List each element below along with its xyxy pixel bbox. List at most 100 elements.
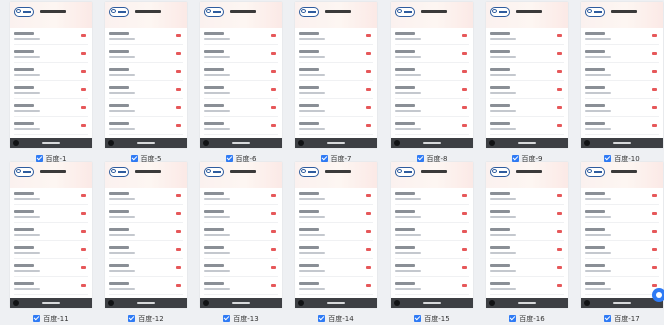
circle-icon (13, 300, 19, 306)
brand-logo-text (308, 11, 316, 13)
screenshot-thumbnail[interactable] (581, 2, 663, 148)
checkbox-checked-icon[interactable] (225, 154, 233, 162)
screenshot-thumbnail[interactable] (486, 2, 568, 148)
list-item (204, 210, 278, 224)
list-item (14, 192, 88, 206)
circle-icon (489, 140, 495, 146)
record-divider (395, 204, 469, 205)
screenshot-thumbnail[interactable] (295, 2, 377, 148)
screenshot-thumbnail[interactable] (581, 162, 663, 308)
screenshot-thumbnail[interactable] (486, 162, 568, 308)
record-amount (271, 266, 276, 269)
record-amount (81, 34, 86, 37)
record-amount (557, 212, 562, 215)
record-amount (557, 70, 562, 73)
list-item (395, 86, 469, 100)
screenshot-caption[interactable]: 百度-13 (200, 313, 282, 324)
checkmark-icon (604, 154, 611, 161)
record-name (14, 246, 34, 249)
checkbox-checked-icon[interactable] (511, 154, 519, 162)
screenshot-tile[interactable]: 百度-12 (105, 162, 187, 324)
checkbox-checked-icon[interactable] (128, 314, 136, 322)
screenshot-caption[interactable]: 百度-14 (295, 313, 377, 324)
record-divider (204, 240, 278, 241)
screenshot-tile[interactable]: 百度-13 (200, 162, 282, 324)
screenshot-tile[interactable]: 百度-9 (486, 2, 568, 163)
screenshot-thumbnail[interactable] (105, 162, 187, 308)
checkbox-checked-icon[interactable] (416, 154, 424, 162)
screenshot-tile[interactable]: 百度-16 (486, 162, 568, 324)
screenshot-thumbnail[interactable] (200, 162, 282, 308)
record-divider (109, 134, 183, 135)
screenshot-thumbnail[interactable] (200, 2, 282, 148)
help-float-icon[interactable] (652, 288, 664, 302)
screenshot-tile[interactable]: 百度-1 (10, 2, 92, 163)
screenshot-caption[interactable]: 百度-12 (105, 313, 187, 324)
checkbox-checked-icon[interactable] (604, 314, 612, 322)
screenshot-caption[interactable]: 百度-15 (391, 313, 473, 324)
card-header (295, 2, 377, 28)
checkbox-checked-icon[interactable] (35, 154, 43, 162)
record-time (109, 234, 135, 236)
screenshot-tile[interactable]: 百度-7 (295, 2, 377, 163)
screenshot-thumbnail[interactable] (391, 2, 473, 148)
checkbox-checked-icon[interactable] (33, 314, 41, 322)
record-name (395, 210, 415, 213)
record-time (204, 92, 230, 94)
screenshot-thumbnail[interactable] (10, 162, 92, 308)
record-divider (490, 294, 564, 295)
checkbox-checked-icon[interactable] (509, 314, 517, 322)
list-item (204, 104, 278, 118)
card-footer-button (391, 298, 473, 308)
record-time (204, 128, 230, 130)
record-amount (366, 212, 371, 215)
screenshot-caption[interactable]: 百度-11 (10, 313, 92, 324)
record-amount (652, 88, 657, 91)
checkbox-checked-icon[interactable] (318, 314, 326, 322)
brand-logo-icon (204, 7, 224, 17)
list-item (204, 246, 278, 260)
screenshot-thumbnail[interactable] (391, 162, 473, 308)
screenshot-thumbnail[interactable] (105, 2, 187, 148)
screenshot-thumbnail[interactable] (295, 162, 377, 308)
screenshot-tile[interactable]: 百度-17 (581, 162, 663, 324)
screenshot-thumbnail[interactable] (10, 2, 92, 148)
record-divider (109, 294, 183, 295)
list-item (490, 68, 564, 82)
list-item (395, 104, 469, 118)
record-name (109, 32, 129, 35)
screenshot-tile[interactable]: 百度-14 (295, 162, 377, 324)
record-name (585, 32, 605, 35)
screenshot-tile[interactable]: 百度-8 (391, 2, 473, 163)
brand-logo-text (499, 11, 507, 13)
brand-logo-text (308, 171, 316, 173)
brand-logo-icon (204, 167, 224, 177)
screenshot-caption[interactable]: 百度-16 (486, 313, 568, 324)
list-item (585, 210, 659, 224)
screenshot-tile[interactable]: 百度-5 (105, 2, 187, 163)
checkbox-checked-icon[interactable] (223, 314, 231, 322)
screenshot-tile[interactable]: 百度-6 (200, 2, 282, 163)
checkbox-checked-icon[interactable] (604, 154, 612, 162)
checkmark-icon (318, 314, 325, 321)
screenshot-tile[interactable]: 百度-15 (391, 162, 473, 324)
checkbox-checked-icon[interactable] (414, 314, 422, 322)
checkbox-checked-icon[interactable] (320, 154, 328, 162)
screenshot-tile[interactable]: 百度-11 (10, 162, 92, 324)
card-header (391, 2, 473, 28)
screenshot-tile[interactable]: 百度-10 (581, 2, 663, 163)
record-name (395, 104, 415, 107)
record-time (585, 198, 611, 200)
checkbox-checked-icon[interactable] (130, 154, 138, 162)
record-amount (271, 70, 276, 73)
circle-icon (203, 300, 209, 306)
screenshot-caption[interactable]: 百度-17 (581, 313, 663, 324)
record-name (14, 68, 34, 71)
record-amount (557, 124, 562, 127)
list-item (299, 104, 373, 118)
record-time (14, 270, 40, 272)
record-time (490, 74, 516, 76)
record-amount (366, 106, 371, 109)
record-time (395, 234, 421, 236)
record-amount (462, 248, 467, 251)
